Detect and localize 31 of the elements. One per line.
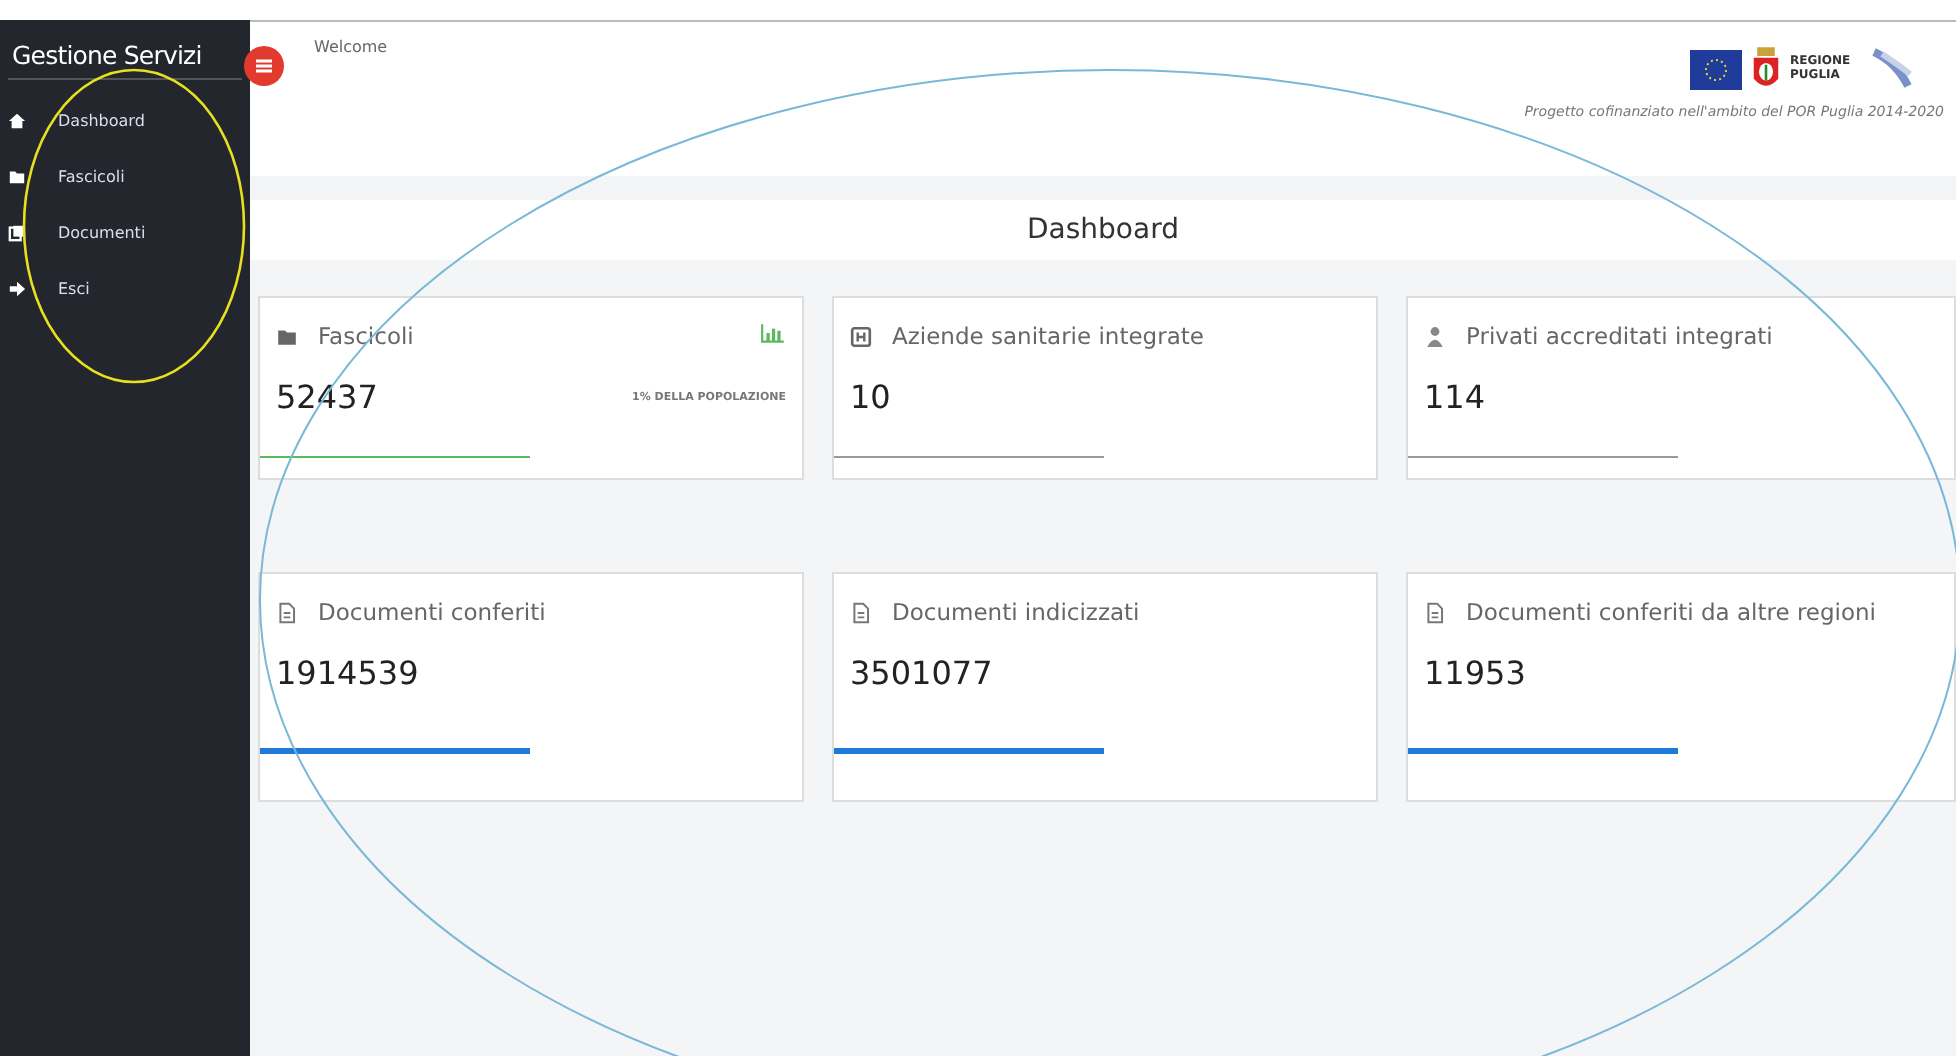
sidebar-item[interactable]: Documenti xyxy=(0,204,250,260)
person-icon xyxy=(1424,326,1446,348)
file-icon xyxy=(850,602,872,624)
card-title: Aziende sanitarie integrate xyxy=(892,322,1206,350)
stat-value: 3501077 xyxy=(850,654,993,692)
card-title: Documenti conferiti xyxy=(318,598,548,626)
sidebar-item[interactable]: Esci xyxy=(0,260,250,316)
file-icon xyxy=(1424,602,1446,624)
app-title: Gestione Servizi xyxy=(10,38,204,74)
folder-icon xyxy=(276,326,298,348)
welcome-text: Welcome xyxy=(314,36,388,60)
menu-icon xyxy=(254,56,274,76)
swoosh-logo xyxy=(1868,46,1916,94)
card-title: Documenti conferiti da altre regioni xyxy=(1466,598,1879,626)
card-title: Privati accreditati integrati xyxy=(1466,322,1775,350)
exit-icon xyxy=(8,279,26,297)
page-title: Dashboard xyxy=(1027,214,1179,246)
stat-value: 114 xyxy=(1424,378,1486,416)
sidebar-item[interactable]: Fascicoli xyxy=(0,148,250,204)
documents-icon xyxy=(8,223,26,241)
stat-value: 1914539 xyxy=(276,654,419,692)
sidebar-item[interactable]: Dashboard xyxy=(0,92,250,148)
stat-value: 10 xyxy=(850,378,891,416)
card-title: Documenti indicizzati xyxy=(892,598,1142,626)
hospital-icon xyxy=(850,326,872,348)
folder-icon xyxy=(8,167,26,185)
file-icon xyxy=(276,602,298,624)
home-icon xyxy=(8,111,26,129)
bar-chart-icon xyxy=(760,322,786,344)
stat-value: 11953 xyxy=(1424,654,1526,692)
flag-logo xyxy=(1690,50,1742,90)
